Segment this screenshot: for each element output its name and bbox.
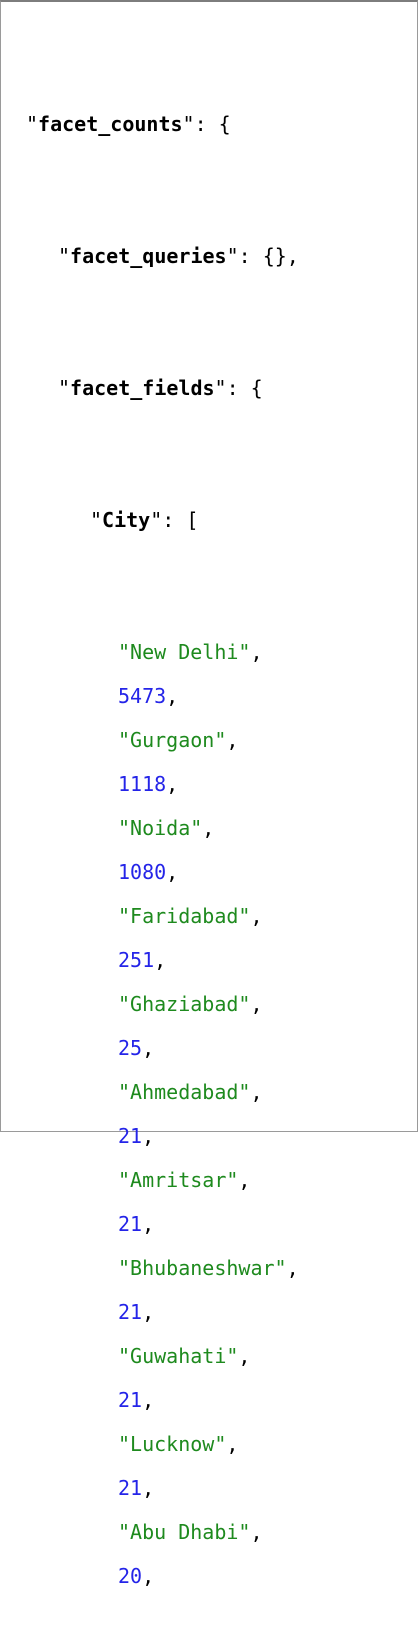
json-string-value-line: "Lucknow", xyxy=(118,1432,239,1456)
json-line-facet-queries: "facet_queries": {}, xyxy=(58,244,299,268)
json-number-value-line: 21, xyxy=(118,1300,155,1324)
json-string-value-line: "Abu Dhabi", xyxy=(118,1520,263,1544)
json-number-value-line: 1080, xyxy=(118,860,179,884)
json-string-value-line: "Bhubaneshwar", xyxy=(118,1256,299,1280)
json-number-value-line: 1118, xyxy=(118,772,179,796)
json-number-value-line: 21, xyxy=(118,1124,155,1148)
json-number-value-line: 5473, xyxy=(118,684,179,708)
json-city-name: "Faridabad" xyxy=(118,904,251,928)
json-city-name: "Abu Dhabi" xyxy=(118,1520,251,1544)
json-number-value-line: 25, xyxy=(118,1036,155,1060)
json-city-name: "Guwahati" xyxy=(118,1344,239,1368)
json-city-name: "Gurgaon" xyxy=(118,728,227,752)
json-city-name: "Noida" xyxy=(118,816,203,840)
json-key-facet-fields: facet_fields xyxy=(70,376,215,400)
json-city-name: "Ghaziabad" xyxy=(118,992,251,1016)
json-key-city: City xyxy=(102,508,151,532)
json-string-value-line: "Gurgaon", xyxy=(118,728,239,752)
json-string-value-line: "Ahmedabad", xyxy=(118,1080,263,1104)
json-number-value-line: 251, xyxy=(118,948,167,972)
json-city-name: "Bhubaneshwar" xyxy=(118,1256,287,1280)
json-city-count: 21 xyxy=(118,1300,143,1324)
json-line-facet-counts: "facet_counts": { xyxy=(26,112,231,136)
json-city-count: 20 xyxy=(118,1564,143,1588)
json-number-value-line: 20, xyxy=(118,1564,155,1588)
json-key-facet-queries: facet_queries xyxy=(70,244,227,268)
json-viewer: "facet_counts": { "facet_queries": {}, "… xyxy=(0,14,418,1642)
json-city-count: 1080 xyxy=(118,860,167,884)
json-city-count: 21 xyxy=(118,1212,143,1236)
json-city-name: "Lucknow" xyxy=(118,1432,227,1456)
json-city-name: "New Delhi" xyxy=(118,640,251,664)
json-string-value-line: "Ghaziabad", xyxy=(118,992,263,1016)
json-city-name: "Amritsar" xyxy=(118,1168,239,1192)
json-city-values-list: "New Delhi", 5473, "Gurgaon", 1118, "Noida",… xyxy=(0,630,418,1598)
json-city-count: 21 xyxy=(118,1124,143,1148)
json-city-count: 25 xyxy=(118,1036,143,1060)
json-city-count: 1118 xyxy=(118,772,167,796)
json-city-count: 5473 xyxy=(118,684,167,708)
json-string-value-line: "Noida", xyxy=(118,816,215,840)
json-number-value-line: 21, xyxy=(118,1212,155,1236)
json-city-count: 21 xyxy=(118,1476,143,1500)
json-city-count: 251 xyxy=(118,948,155,972)
json-string-value-line: "New Delhi", xyxy=(118,640,263,664)
json-city-name: "Ahmedabad" xyxy=(118,1080,251,1104)
json-number-value-line: 21, xyxy=(118,1476,155,1500)
json-city-count: 21 xyxy=(118,1388,143,1412)
json-line-city: "City": [ xyxy=(90,508,199,532)
json-key-facet-counts: facet_counts xyxy=(38,112,183,136)
json-number-value-line: 21, xyxy=(118,1388,155,1412)
json-line-facet-fields: "facet_fields": { xyxy=(58,376,263,400)
json-string-value-line: "Faridabad", xyxy=(118,904,263,928)
json-string-value-line: "Guwahati", xyxy=(118,1344,251,1368)
json-string-value-line: "Amritsar", xyxy=(118,1168,251,1192)
